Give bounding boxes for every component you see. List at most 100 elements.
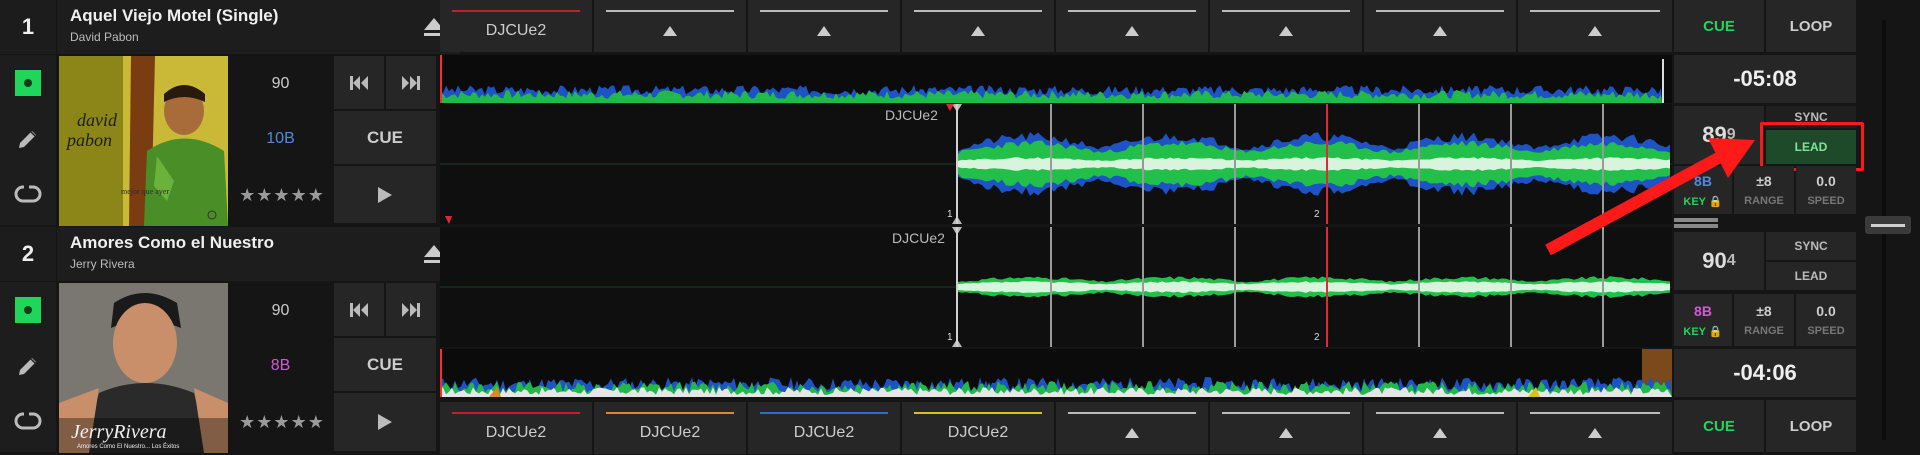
deck1-hotcue-4[interactable] bbox=[902, 0, 1054, 52]
deck2-hotcue-3-label: DJCUe2 bbox=[793, 424, 855, 441]
deck2-beat-marker-1: 1 bbox=[947, 332, 953, 343]
play-icon bbox=[378, 414, 392, 430]
deck2-record-icon[interactable] bbox=[14, 296, 42, 324]
deck2-hotcue-5[interactable] bbox=[1056, 402, 1208, 454]
deck2-speed-value: 0.0 bbox=[1816, 303, 1836, 319]
deck1-art-name-line1: david bbox=[77, 110, 118, 130]
arrow-annotation-icon bbox=[1545, 138, 1755, 256]
deck2-track-title: Amores Como el Nuestro bbox=[70, 233, 275, 252]
deck1-art-name-line2: pabon bbox=[65, 130, 112, 150]
deck2-range-value: ±8 bbox=[1756, 303, 1772, 319]
deck1-loop-icon[interactable] bbox=[14, 180, 42, 208]
deck2-cue-mode-button[interactable]: CUE bbox=[1674, 400, 1764, 452]
deck1-side-tools bbox=[0, 55, 56, 225]
deck2-time-remaining: -04:06 bbox=[1674, 349, 1856, 397]
deck1-hotcue-7[interactable] bbox=[1364, 0, 1516, 52]
deck2-hotcue-4[interactable]: DJCUe2 bbox=[902, 402, 1054, 454]
deck1-bpm: 90 bbox=[271, 75, 290, 92]
beat-grid-line bbox=[1142, 104, 1144, 224]
deck2-main-waveform[interactable]: DJCUe2 1 2 bbox=[440, 227, 1672, 347]
deck1-play-button[interactable] bbox=[334, 166, 436, 223]
deck1-hotcue-1[interactable]: DJCUe2 bbox=[440, 0, 592, 52]
deck2-waveform-cue-label: DJCUe2 bbox=[892, 230, 945, 246]
deck1-lead-highlight bbox=[1760, 122, 1864, 171]
beat-grid-line bbox=[1326, 104, 1328, 224]
deck2-speed-label: SPEED bbox=[1807, 325, 1845, 337]
deck2-hotcue-8[interactable] bbox=[1518, 402, 1672, 454]
deck1-speed-label: SPEED bbox=[1807, 195, 1845, 207]
deck2-hotcue-6[interactable] bbox=[1210, 402, 1362, 454]
deck2-hotcue-7[interactable] bbox=[1364, 402, 1516, 454]
deck1-key: 10B bbox=[266, 130, 295, 147]
deck1-hotcue-5[interactable] bbox=[1056, 0, 1208, 52]
deck2-pencil-icon[interactable] bbox=[14, 352, 42, 380]
next-track-icon bbox=[402, 75, 420, 90]
deck2-key: 8B bbox=[270, 357, 291, 374]
deck2-next-button[interactable] bbox=[386, 283, 436, 336]
prev-track-icon bbox=[350, 302, 368, 317]
beat-grid-line bbox=[1418, 104, 1420, 224]
deck2-art-text-sub: Amores Como El Nuestro... Los Éxitos bbox=[77, 443, 179, 450]
deck2-hotcue-3[interactable]: DJCUe2 bbox=[748, 402, 900, 454]
deck2-hotcue-1-label: DJCUe2 bbox=[485, 424, 547, 441]
deck1-main-waveform[interactable]: DJCUe2 1 2 bbox=[440, 104, 1672, 224]
deck1-cue-mode-button[interactable]: CUE bbox=[1674, 0, 1764, 52]
deck1-record-icon[interactable] bbox=[14, 69, 42, 97]
deck1-hotcue-2[interactable] bbox=[594, 0, 746, 52]
deck1-next-button[interactable] bbox=[386, 56, 436, 109]
deck1-speed-value: 0.0 bbox=[1816, 173, 1836, 189]
deck2-hotcue-1[interactable]: DJCUe2 bbox=[440, 402, 592, 454]
deck2-play-button[interactable] bbox=[334, 393, 436, 451]
deck1-waveform-cue-label: DJCUe2 bbox=[885, 107, 938, 123]
deck1-overview-waveform[interactable] bbox=[440, 55, 1672, 103]
deck1-hotcue-8[interactable] bbox=[1518, 0, 1672, 52]
next-track-icon bbox=[402, 302, 420, 317]
beat-grid-line bbox=[1050, 227, 1052, 347]
deck2-side-tools bbox=[0, 282, 56, 452]
prev-track-icon bbox=[350, 75, 368, 90]
deck2-album-art: JerryRivera Amores Como El Nuestro... Lo… bbox=[59, 283, 228, 453]
deck2-cue-button[interactable]: CUE bbox=[334, 338, 436, 391]
deck2-hotcue-2-label: DJCUe2 bbox=[639, 424, 701, 441]
deck2-sync-button[interactable]: SYNC bbox=[1766, 232, 1856, 260]
deck1-hotcue-3[interactable] bbox=[748, 0, 900, 52]
beat-grid-line bbox=[1142, 227, 1144, 347]
deck1-loop-button[interactable]: LOOP bbox=[1766, 0, 1856, 52]
deck1-cue-button[interactable]: CUE bbox=[334, 111, 436, 164]
deck2-key-lock-button[interactable]: 8B KEY 🔒 bbox=[1674, 294, 1732, 346]
play-icon bbox=[378, 186, 392, 203]
deck2-range-button[interactable]: ±8 RANGE bbox=[1734, 294, 1794, 346]
deck1-hotcue-1-label: DJCUe2 bbox=[485, 22, 547, 39]
deck2-loop-icon[interactable] bbox=[14, 407, 42, 435]
deck2-prev-button[interactable] bbox=[334, 283, 384, 336]
deck1-art-tagline: mejor que ayer bbox=[121, 187, 169, 196]
deck2-hotcue-2[interactable]: DJCUe2 bbox=[594, 402, 746, 454]
deck2-hotcue-4-label: DJCUe2 bbox=[947, 424, 1009, 441]
beat-grid-line bbox=[1050, 104, 1052, 224]
deck2-key-display: 8B bbox=[1694, 302, 1712, 319]
deck2-track-artist: Jerry Rivera bbox=[70, 257, 135, 271]
dj-app: 1 Aquel Viejo Motel (Single) David Pabon bbox=[0, 0, 1920, 455]
deck1-beat-marker-1: 1 bbox=[947, 209, 953, 220]
pitch-slider-handle[interactable] bbox=[1865, 216, 1911, 234]
deck2-speed-button[interactable]: 0.0 SPEED bbox=[1796, 294, 1856, 346]
beat-grid-line bbox=[1234, 227, 1236, 347]
deck2-overview-waveform[interactable] bbox=[440, 349, 1672, 397]
deck1-time-remaining: -05:08 bbox=[1674, 55, 1856, 103]
deck1-album-art: david pabon mejor que ayer bbox=[59, 56, 228, 226]
deck1-prev-button[interactable] bbox=[334, 56, 384, 109]
beat-grid-line bbox=[1326, 227, 1328, 347]
deck2-rating[interactable]: ★★★★★ bbox=[232, 412, 332, 433]
deck1-pencil-icon[interactable] bbox=[14, 125, 42, 153]
deck2-beat-marker-2: 2 bbox=[1314, 332, 1320, 343]
deck2-range-label: RANGE bbox=[1744, 325, 1784, 337]
deck2-lead-button[interactable]: LEAD bbox=[1766, 262, 1856, 290]
deck1-track-header: Aquel Viejo Motel (Single) David Pabon bbox=[57, 0, 460, 54]
beat-grid-line bbox=[1510, 227, 1512, 347]
deck1-rating[interactable]: ★★★★★ bbox=[232, 185, 332, 206]
deck2-loop-button[interactable]: LOOP bbox=[1766, 400, 1856, 452]
deck1-speed-button[interactable]: 0.0 SPEED bbox=[1796, 166, 1856, 214]
deck2-number: 2 bbox=[0, 227, 56, 281]
deck1-hotcue-6[interactable] bbox=[1210, 0, 1362, 52]
deck2-art-text-main: JerryRivera bbox=[71, 421, 167, 443]
